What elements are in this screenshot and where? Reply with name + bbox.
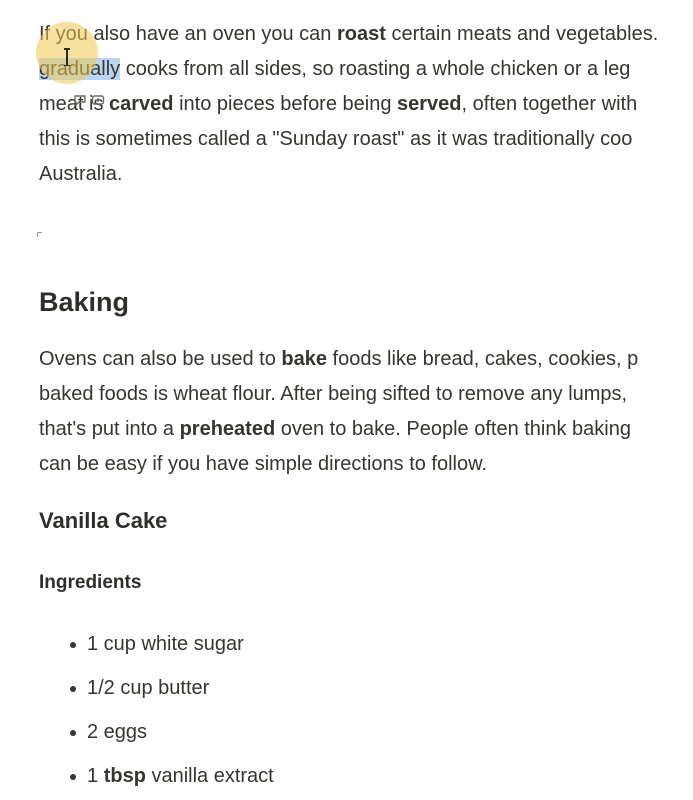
text-line: that's put into a preheated oven to bake…	[39, 418, 631, 440]
bold-term-roast: roast	[336, 23, 386, 45]
text-line: can be easy if you have simple direction…	[39, 453, 488, 475]
heading-ingredients[interactable]: Ingredients	[39, 570, 693, 596]
document-content: If you also have an oven you can roast c…	[37, 17, 693, 798]
text-line: Australia.	[39, 163, 123, 185]
text-line: Ovens can also be used to bake foods lik…	[39, 348, 639, 370]
comment-icon[interactable]	[72, 92, 88, 108]
paragraph-baking-intro[interactable]: Ovens can also be used to bake foods lik…	[39, 342, 693, 482]
paragraph-oven-roast[interactable]: If you also have an oven you can roast c…	[39, 17, 693, 192]
text-line: meat is carved into pieces before being …	[39, 93, 638, 115]
bullet-icon	[70, 642, 76, 648]
bold-term-bake: bake	[281, 348, 327, 370]
bold-term-served: served	[397, 93, 462, 115]
selected-text[interactable]: gradually	[39, 58, 121, 80]
inline-toolbar	[68, 90, 112, 112]
text-line: If you also have an oven you can roast c…	[39, 23, 659, 45]
text-line: this is sometimes called a "Sunday roast…	[39, 128, 633, 150]
list-item[interactable]: 1 cup white sugar	[39, 622, 693, 666]
text-line: gradually cooks from all sides, so roast…	[39, 58, 631, 80]
empty-block[interactable]	[37, 192, 693, 284]
link-icon[interactable]	[90, 92, 106, 108]
list-item[interactable]: 1/2 cup butter	[39, 666, 693, 710]
bullet-icon	[70, 774, 76, 780]
heading-baking[interactable]: Baking	[39, 284, 693, 320]
heading-vanilla-cake[interactable]: Vanilla Cake	[39, 506, 693, 536]
list-item[interactable]: 2 eggs	[39, 710, 693, 754]
bullet-icon	[70, 686, 76, 692]
text-line: baked foods is wheat flour. After being …	[39, 383, 628, 405]
bold-term-tbsp: tbsp	[103, 765, 146, 787]
list-item[interactable]: 1 tbsp vanilla extract	[39, 754, 693, 798]
bullet-icon	[70, 730, 76, 736]
bold-term-carved: carved	[109, 93, 174, 115]
block-handle-icon[interactable]	[37, 232, 42, 237]
ingredients-list: 1 cup white sugar 1/2 cup butter 2 eggs …	[39, 622, 693, 798]
bold-term-preheated: preheated	[179, 418, 276, 440]
